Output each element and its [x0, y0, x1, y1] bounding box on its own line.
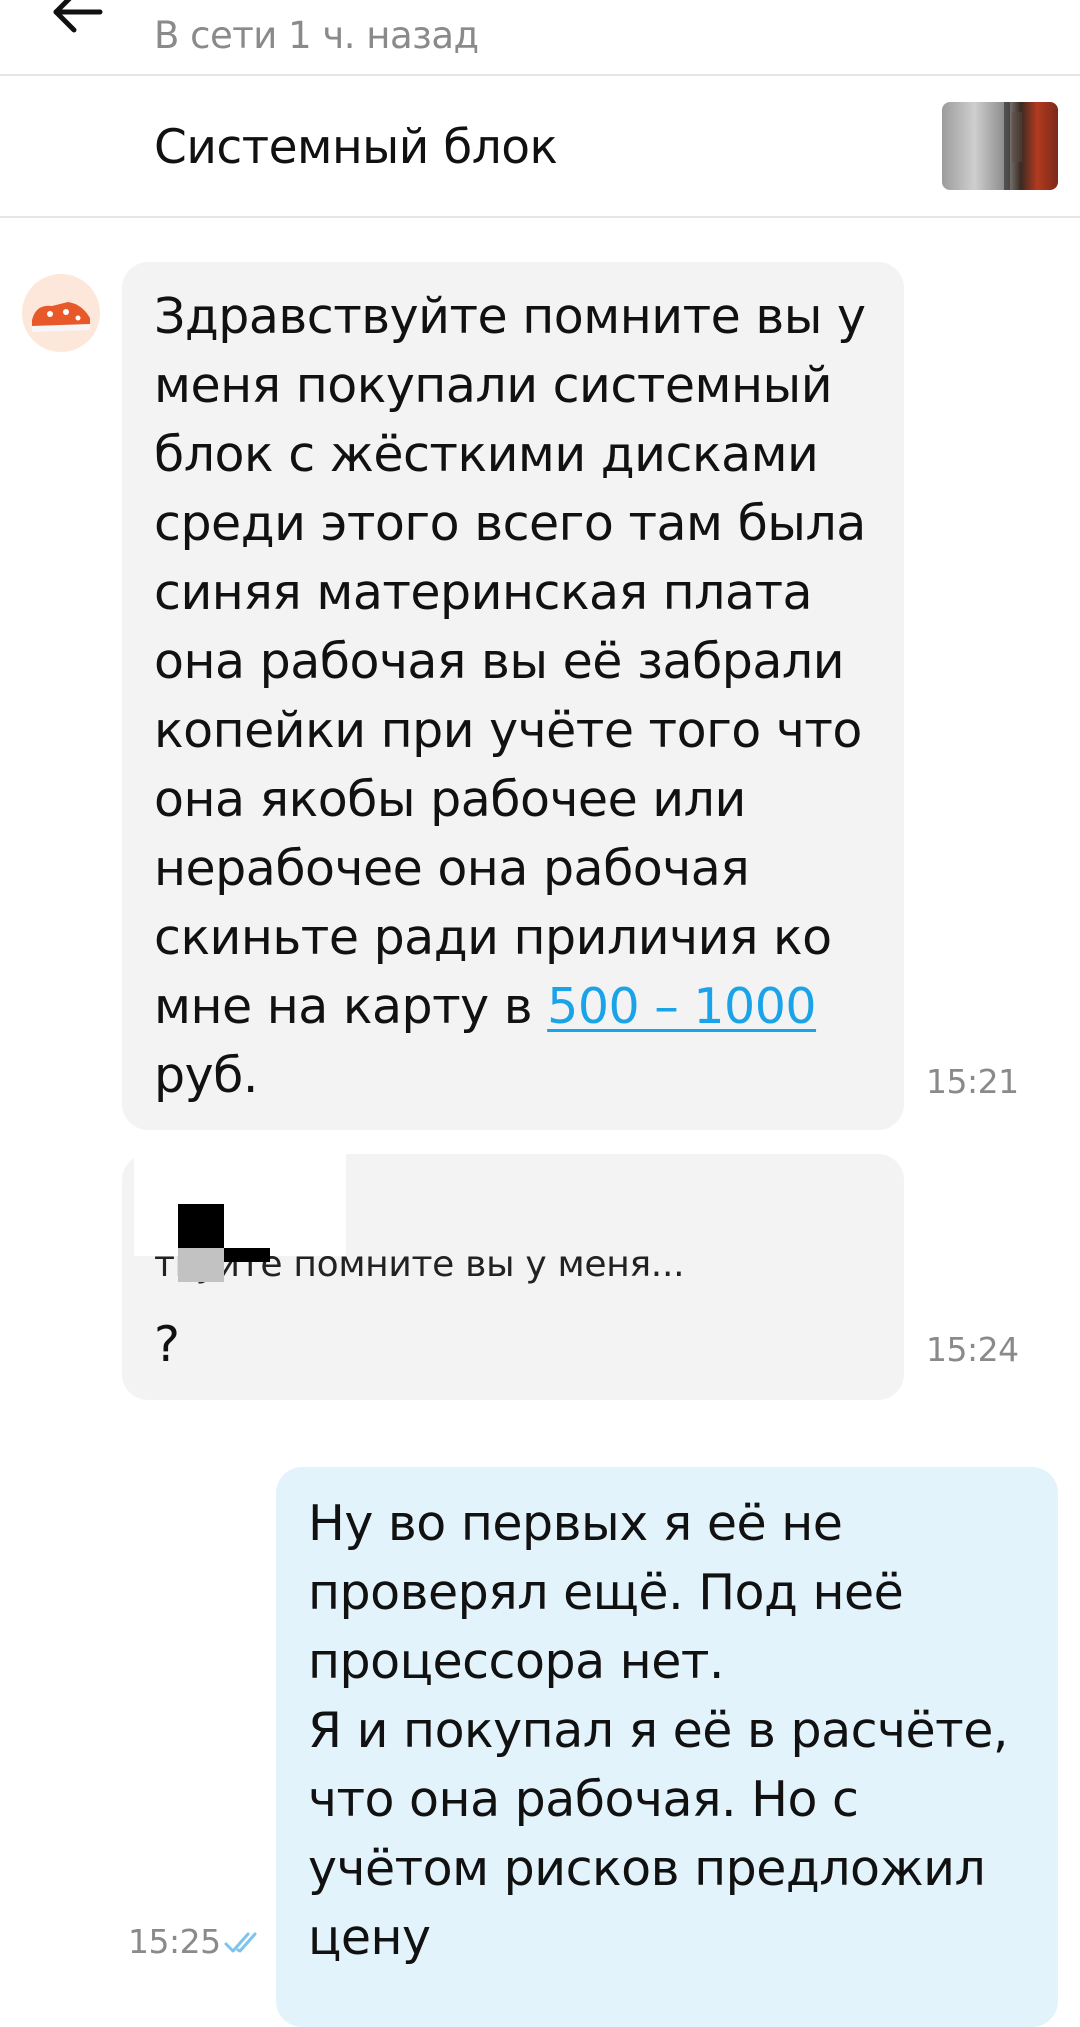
listing-bar[interactable]: Системный блок [0, 76, 1080, 218]
message-text-part: Здравствуйте помните вы у меня покупали … [154, 288, 866, 1035]
listing-thumbnail[interactable] [942, 102, 1058, 190]
chat-header: В сети 1 ч. назад [0, 0, 1080, 76]
message-time: 15:21 [926, 1062, 1019, 1101]
message-time: 15:25 [128, 1922, 221, 1961]
message-text-part: руб. [154, 1047, 258, 1104]
message-bubble-outgoing[interactable]: Ну во первых я её не проверял ещё. Под н… [276, 1467, 1058, 2027]
message-time: 15:24 [926, 1330, 1019, 1369]
back-arrow-icon[interactable] [48, 0, 108, 42]
message-text: Ну во первых я её не проверял ещё. Под н… [308, 1495, 1008, 1966]
price-link[interactable]: 500 – 1000 [547, 978, 816, 1035]
seller-avatar[interactable] [22, 274, 100, 352]
message-text: Здравствуйте помните вы у меня покупали … [154, 282, 894, 1110]
read-check-icon [224, 1932, 257, 1953]
online-status: В сети 1 ч. назад [154, 14, 479, 57]
message-text: ? [154, 1316, 180, 1373]
listing-title[interactable]: Системный блок [154, 120, 558, 175]
redaction-mark [178, 1204, 270, 1282]
message-bubble-incoming[interactable]: Здравствуйте помните вы у меня покупали … [122, 262, 904, 1130]
